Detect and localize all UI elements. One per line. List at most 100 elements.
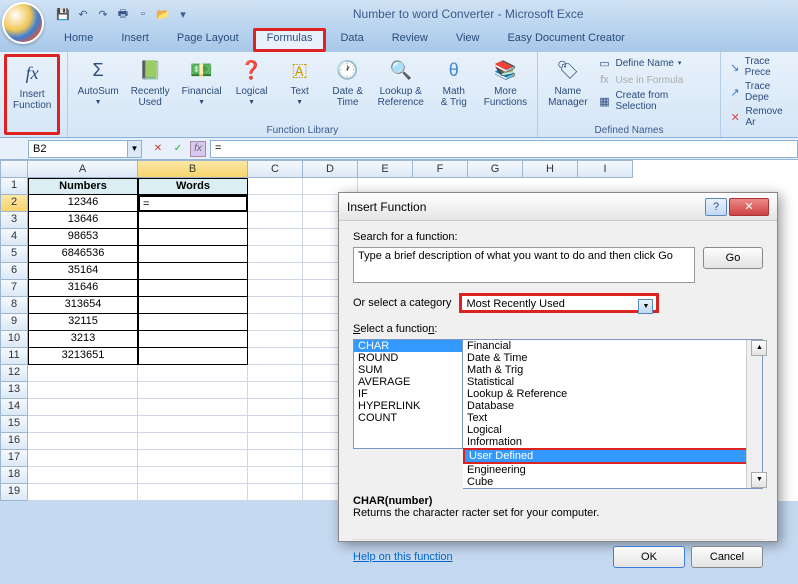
- redo-icon[interactable]: ↷: [94, 5, 112, 23]
- tab-review[interactable]: Review: [378, 28, 442, 52]
- category-item[interactable]: Information: [463, 436, 762, 448]
- cell[interactable]: [138, 365, 248, 382]
- scrollbar[interactable]: ▲ ▼: [746, 340, 762, 488]
- col-header-g[interactable]: G: [468, 160, 523, 178]
- dialog-help-button[interactable]: ?: [705, 198, 727, 216]
- financial-button[interactable]: 💵Financial▼: [176, 54, 228, 135]
- row-header[interactable]: 11: [0, 348, 28, 365]
- row-header[interactable]: 19: [0, 484, 28, 501]
- cell-a6[interactable]: 35164: [28, 263, 138, 280]
- more-functions-button[interactable]: 📚More Functions: [478, 54, 533, 135]
- cell-b7[interactable]: [138, 280, 248, 297]
- category-item-user-defined[interactable]: User Defined: [463, 448, 762, 464]
- function-item[interactable]: HYPERLINK: [354, 400, 462, 412]
- tab-data[interactable]: Data: [326, 28, 377, 52]
- category-item[interactable]: Text: [463, 412, 762, 424]
- cell[interactable]: [28, 382, 138, 399]
- category-item[interactable]: Lookup & Reference: [463, 388, 762, 400]
- cell[interactable]: [248, 314, 303, 331]
- remove-arrows-button[interactable]: ✕Remove Ar: [729, 106, 790, 128]
- cell-b4[interactable]: [138, 229, 248, 246]
- cell-b10[interactable]: [138, 331, 248, 348]
- category-item[interactable]: Math & Trig: [463, 364, 762, 376]
- cell[interactable]: [248, 382, 303, 399]
- qat-customize-icon[interactable]: ▾: [174, 5, 192, 23]
- cell-a9[interactable]: 32115: [28, 314, 138, 331]
- trace-precedents-button[interactable]: ↘Trace Prece: [729, 56, 790, 78]
- date-time-button[interactable]: 🕐Date & Time: [324, 54, 372, 135]
- cancel-formula-icon[interactable]: ✕: [150, 141, 166, 157]
- cell-b5[interactable]: [138, 246, 248, 263]
- define-name-button[interactable]: ▭Define Name ▾: [598, 56, 712, 70]
- cell[interactable]: [248, 467, 303, 484]
- cell[interactable]: [248, 416, 303, 433]
- cell[interactable]: [138, 382, 248, 399]
- recently-used-button[interactable]: 📗Recently Used: [125, 54, 176, 135]
- cell-a4[interactable]: 98653: [28, 229, 138, 246]
- cell[interactable]: [248, 178, 303, 195]
- fx-button-icon[interactable]: fx: [190, 141, 206, 157]
- col-header-e[interactable]: E: [358, 160, 413, 178]
- cell[interactable]: [248, 484, 303, 501]
- category-item[interactable]: Financial: [463, 340, 762, 352]
- category-item[interactable]: Cube: [463, 476, 762, 488]
- cell-a1[interactable]: Numbers: [28, 178, 138, 195]
- row-header[interactable]: 18: [0, 467, 28, 484]
- office-button[interactable]: [2, 2, 44, 44]
- cell[interactable]: [28, 416, 138, 433]
- category-item[interactable]: Logical: [463, 424, 762, 436]
- cell[interactable]: [248, 212, 303, 229]
- row-header[interactable]: 9: [0, 314, 28, 331]
- insert-function-button[interactable]: fx Insert Function: [4, 54, 60, 135]
- row-header[interactable]: 17: [0, 450, 28, 467]
- new-icon[interactable]: ▫: [134, 5, 152, 23]
- search-input[interactable]: Type a brief description of what you wan…: [353, 247, 695, 283]
- cell[interactable]: [138, 416, 248, 433]
- row-header[interactable]: 5: [0, 246, 28, 263]
- cell-a11[interactable]: 3213651: [28, 348, 138, 365]
- cell[interactable]: [248, 229, 303, 246]
- cell[interactable]: [138, 467, 248, 484]
- cell-b9[interactable]: [138, 314, 248, 331]
- col-header-c[interactable]: C: [248, 160, 303, 178]
- col-header-a[interactable]: A: [28, 160, 138, 178]
- cell-b6[interactable]: [138, 263, 248, 280]
- cell-a3[interactable]: 13646: [28, 212, 138, 229]
- cell[interactable]: [28, 399, 138, 416]
- cell-a5[interactable]: 6846536: [28, 246, 138, 263]
- cell[interactable]: [28, 433, 138, 450]
- row-header[interactable]: 1: [0, 178, 28, 195]
- name-box[interactable]: B2: [28, 140, 128, 158]
- ok-button[interactable]: OK: [613, 546, 685, 568]
- cell-b2[interactable]: =: [138, 195, 248, 212]
- open-icon[interactable]: 📂: [154, 5, 172, 23]
- function-list[interactable]: CHAR ROUND SUM AVERAGE IF HYPERLINK COUN…: [353, 339, 463, 449]
- col-header-i[interactable]: I: [578, 160, 633, 178]
- function-item[interactable]: CHAR: [354, 340, 462, 352]
- autosum-button[interactable]: ΣAutoSum▼: [72, 54, 125, 135]
- lookup-button[interactable]: 🔍Lookup & Reference: [372, 54, 430, 135]
- function-item[interactable]: IF: [354, 388, 462, 400]
- col-header-f[interactable]: F: [413, 160, 468, 178]
- cell[interactable]: [248, 365, 303, 382]
- row-header[interactable]: 15: [0, 416, 28, 433]
- function-item[interactable]: AVERAGE: [354, 376, 462, 388]
- col-header-b[interactable]: B: [138, 160, 248, 178]
- name-box-dropdown[interactable]: ▼: [128, 140, 142, 158]
- tab-easy-doc[interactable]: Easy Document Creator: [493, 28, 638, 52]
- row-header[interactable]: 16: [0, 433, 28, 450]
- cell[interactable]: [28, 484, 138, 501]
- cell-a10[interactable]: 3213: [28, 331, 138, 348]
- cancel-button[interactable]: Cancel: [691, 546, 763, 568]
- use-in-formula-button[interactable]: fxUse in Formula: [598, 73, 712, 87]
- print-icon[interactable]: 🖶: [114, 5, 132, 23]
- tab-insert[interactable]: Insert: [107, 28, 163, 52]
- select-all-corner[interactable]: [0, 160, 28, 178]
- row-header[interactable]: 8: [0, 297, 28, 314]
- dialog-close-button[interactable]: ✕: [729, 198, 769, 216]
- cell[interactable]: [248, 195, 303, 212]
- cell-b8[interactable]: [138, 297, 248, 314]
- row-header[interactable]: 13: [0, 382, 28, 399]
- cell[interactable]: [248, 450, 303, 467]
- math-button[interactable]: θMath & Trig: [430, 54, 478, 135]
